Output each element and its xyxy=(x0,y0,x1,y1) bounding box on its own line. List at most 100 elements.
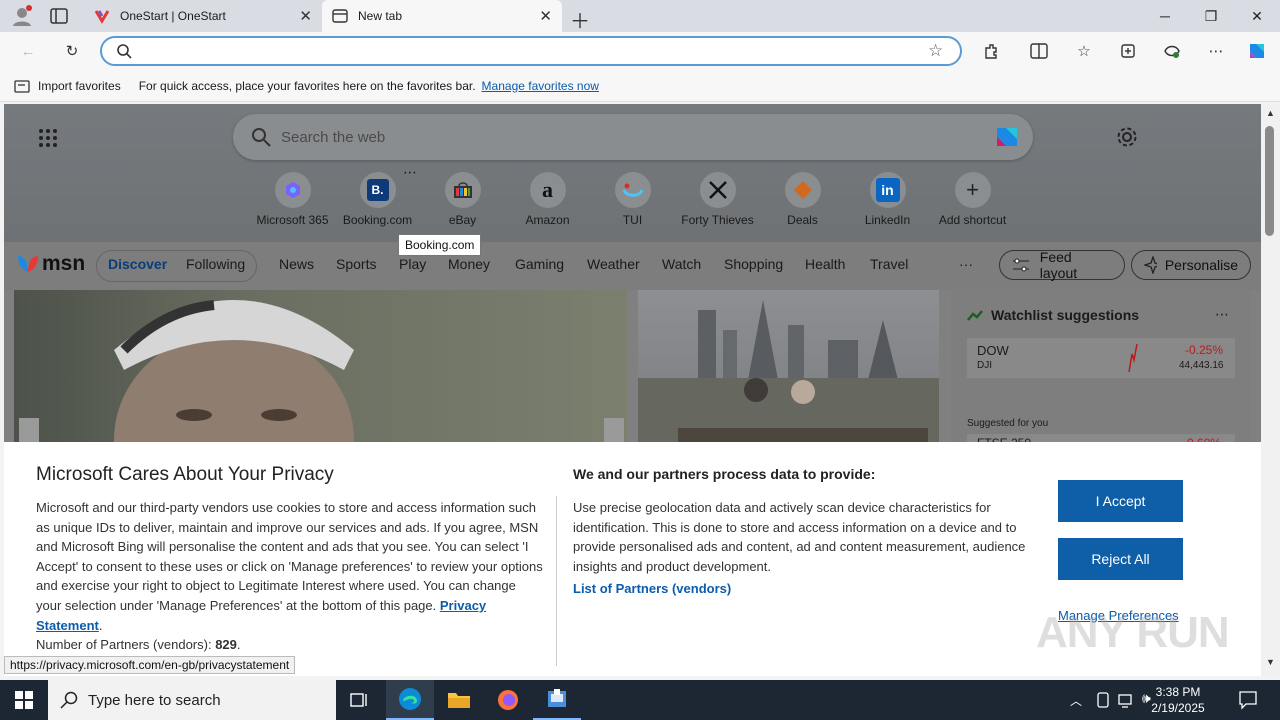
accept-button[interactable]: I Accept xyxy=(1058,480,1183,522)
tui-icon xyxy=(614,172,651,208)
shortcut-forty-thieves[interactable]: Forty Thieves xyxy=(675,172,760,227)
copilot-icon[interactable] xyxy=(1246,40,1268,62)
task-view-button[interactable] xyxy=(336,680,384,720)
shortcut-label: Add shortcut xyxy=(938,213,1007,227)
msn-logo[interactable]: msn xyxy=(16,252,85,276)
scroll-down-icon[interactable]: ▼ xyxy=(1266,657,1275,667)
shortcut-linkedin[interactable]: in LinkedIn xyxy=(845,172,930,227)
feed-layout-button[interactable]: Feed layout xyxy=(999,249,1125,281)
deals-icon xyxy=(784,172,821,208)
tab-discover[interactable]: Discover xyxy=(108,256,167,272)
clock-time: 3:38 PM xyxy=(1155,685,1201,699)
firefox-icon xyxy=(498,690,518,710)
shortcut-booking[interactable]: B. Booking.com ⋯ xyxy=(335,164,420,227)
add-shortcut-button[interactable]: + Add shortcut xyxy=(930,172,1015,227)
nav-watch[interactable]: Watch xyxy=(662,256,701,272)
news-card-city[interactable] xyxy=(638,290,939,442)
shortcut-label: eBay xyxy=(448,213,477,227)
collections-icon[interactable] xyxy=(1118,41,1138,61)
nav-news[interactable]: News xyxy=(279,256,314,272)
task-view-icon xyxy=(350,693,367,707)
scroll-up-icon[interactable]: ▲ xyxy=(1266,108,1275,118)
tab-title: New tab xyxy=(358,9,403,23)
taskbar-edge[interactable] xyxy=(386,680,434,720)
nav-weather[interactable]: Weather xyxy=(587,256,640,272)
network-icon[interactable] xyxy=(1118,692,1134,708)
stock-row[interactable]: DOW DJI -0.25% 44,443.16 xyxy=(967,338,1235,378)
minimize-button[interactable]: ─ xyxy=(1142,0,1188,32)
apps-launcher-icon[interactable] xyxy=(38,128,58,148)
profile-icon[interactable] xyxy=(10,4,34,28)
taskbar-search-input[interactable]: Type here to search xyxy=(88,692,221,709)
stock-change: -0.25% xyxy=(1185,343,1224,357)
taskbar-app[interactable] xyxy=(533,680,581,720)
tray-device-icon[interactable] xyxy=(1096,692,1110,708)
shortcut-deals[interactable]: Deals xyxy=(760,172,845,227)
taskbar-clock[interactable]: 3:38 PM 2/19/2025 xyxy=(1136,684,1220,716)
divider xyxy=(556,496,557,666)
nav-money[interactable]: Money xyxy=(448,256,490,272)
privacy-title: Microsoft Cares About Your Privacy xyxy=(36,464,334,485)
start-button[interactable] xyxy=(0,680,48,720)
copilot-icon[interactable] xyxy=(991,122,1021,152)
nav-more-button[interactable]: ··· xyxy=(959,256,973,272)
favorite-star-icon[interactable]: ☆ xyxy=(928,41,943,61)
shortcut-ebay[interactable]: eBay xyxy=(420,172,505,227)
taskbar-search[interactable]: Type here to search xyxy=(48,680,336,720)
watchlist-more-icon[interactable]: ⋯ xyxy=(1215,306,1229,323)
web-search-box[interactable]: Search the web xyxy=(233,114,1033,160)
tab-actions-icon[interactable] xyxy=(50,8,68,24)
settings-more-icon[interactable]: ⋯ xyxy=(1206,41,1226,61)
status-url: https://privacy.microsoft.com/en-gb/priv… xyxy=(4,656,296,674)
tab-following[interactable]: Following xyxy=(186,256,245,272)
shortcut-amazon[interactable]: a Amazon xyxy=(505,172,590,227)
onestart-icon xyxy=(94,10,110,24)
close-tab-icon[interactable]: ✕ xyxy=(299,7,312,25)
import-favorites-icon[interactable] xyxy=(14,79,30,93)
tab-onestart[interactable]: OneStart | OneStart ✕ xyxy=(84,0,322,32)
shortcut-label: TUI xyxy=(622,213,643,227)
hero-news-card[interactable] xyxy=(14,290,627,442)
shortcut-label: Forty Thieves xyxy=(681,213,754,227)
nav-health[interactable]: Health xyxy=(805,256,845,272)
suggested-label: Suggested for you xyxy=(967,418,1049,429)
new-tab-button[interactable]: ＋ xyxy=(570,5,590,34)
close-tab-icon[interactable]: ✕ xyxy=(539,7,552,25)
tray-overflow-icon[interactable]: ︿ xyxy=(1070,692,1082,709)
nav-shopping[interactable]: Shopping xyxy=(724,256,783,272)
refresh-icon[interactable]: ↻ xyxy=(62,41,82,61)
nav-sports[interactable]: Sports xyxy=(336,256,376,272)
shortcut-label: Deals xyxy=(787,213,818,227)
shortcut-microsoft365[interactable]: Microsoft 365 xyxy=(250,172,335,227)
shortcut-tui[interactable]: TUI xyxy=(590,172,675,227)
search-icon xyxy=(60,691,78,709)
msn-wordmark: msn xyxy=(42,252,86,275)
amazon-icon: a xyxy=(529,172,566,208)
list-of-partners-link[interactable]: List of Partners (vendors) xyxy=(573,581,731,596)
extensions-icon[interactable] xyxy=(981,41,1001,61)
nav-travel[interactable]: Travel xyxy=(870,256,908,272)
page-settings-icon[interactable] xyxy=(1116,126,1138,148)
nav-gaming[interactable]: Gaming xyxy=(515,256,564,272)
close-window-button[interactable]: ✕ xyxy=(1234,0,1280,32)
reject-all-button[interactable]: Reject All xyxy=(1058,538,1183,580)
scroll-thumb[interactable] xyxy=(1265,126,1274,236)
shortcut-more-icon[interactable]: ⋯ xyxy=(403,164,417,181)
nav-play[interactable]: Play xyxy=(399,256,426,272)
restore-button[interactable]: ❐ xyxy=(1188,0,1234,32)
split-screen-icon[interactable] xyxy=(1029,41,1049,61)
tab-new-tab[interactable]: New tab ✕ xyxy=(322,0,562,32)
favorites-icon[interactable]: ☆ xyxy=(1074,41,1094,61)
personalise-button[interactable]: Personalise xyxy=(1131,250,1251,280)
address-bar[interactable]: ☆ xyxy=(100,36,962,66)
back-icon[interactable]: ← xyxy=(18,41,38,61)
ebay-icon xyxy=(444,172,481,208)
page-scrollbar[interactable]: ▲ ▼ xyxy=(1261,104,1280,676)
import-favorites-button[interactable]: Import favorites xyxy=(38,79,121,93)
browser-essentials-icon[interactable] xyxy=(1162,41,1182,61)
manage-favorites-link[interactable]: Manage favorites now xyxy=(482,79,599,93)
notifications-icon[interactable] xyxy=(1238,690,1258,710)
taskbar-firefox[interactable] xyxy=(484,680,532,720)
search-input[interactable]: Search the web xyxy=(281,129,385,146)
taskbar-file-explorer[interactable] xyxy=(435,680,483,720)
